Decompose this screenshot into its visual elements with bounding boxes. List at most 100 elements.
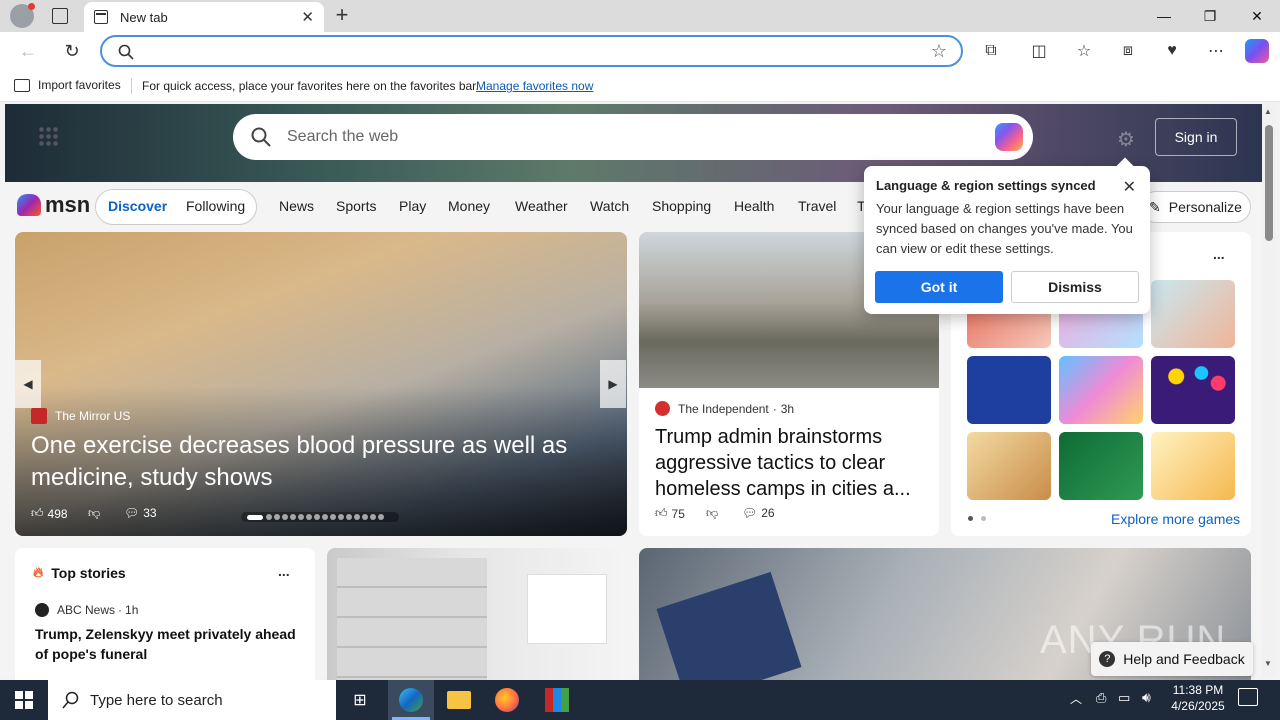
explore-games-link[interactable]: Explore more games xyxy=(1111,511,1240,527)
winrar-icon[interactable] xyxy=(534,680,580,720)
page-scrollbar[interactable]: ▲ ▼ xyxy=(1262,103,1276,677)
top-story-headline[interactable]: Trump, Zelenskyy meet privately ahead of… xyxy=(35,624,303,664)
nav-play[interactable]: Play xyxy=(399,198,426,214)
address-bar[interactable]: ☆ xyxy=(100,35,963,67)
back-button[interactable]: ← xyxy=(10,32,46,70)
nav-watch[interactable]: Watch xyxy=(590,198,629,214)
apps-grid-icon[interactable] xyxy=(38,126,58,146)
mirror-logo-icon xyxy=(31,408,47,424)
extensions-icon[interactable]: ⧉ xyxy=(975,36,1007,66)
got-it-button[interactable]: Got it xyxy=(875,271,1003,303)
game-tile-bubble-shooter[interactable] xyxy=(1151,356,1235,424)
side-dislike-button[interactable]: 👎︎ xyxy=(706,506,718,521)
scroll-down-arrow[interactable]: ▼ xyxy=(1264,659,1272,668)
game-tile-makeup[interactable] xyxy=(1059,356,1143,424)
task-view-icon[interactable]: ⊞ xyxy=(336,680,384,720)
new-tab-button[interactable]: + xyxy=(330,4,354,28)
favorites-icon[interactable]: ☆ xyxy=(1068,36,1100,66)
msn-logo[interactable]: msn xyxy=(17,192,90,218)
split-screen-icon[interactable]: ◫ xyxy=(1023,36,1055,66)
close-tab-icon[interactable]: ✕ xyxy=(301,8,314,26)
nav-health[interactable]: Health xyxy=(734,198,774,214)
start-button[interactable] xyxy=(0,680,48,720)
nav-sports[interactable]: Sports xyxy=(336,198,376,214)
clock[interactable]: 11:38 PM 4/26/2025 xyxy=(1162,683,1234,713)
volume-tray-icon[interactable]: 🔊︎ xyxy=(1142,689,1151,706)
web-search-placeholder: Search the web xyxy=(287,128,399,145)
file-explorer-icon[interactable] xyxy=(436,680,482,720)
carousel-prev-button[interactable]: ◀ xyxy=(15,360,41,408)
pencil-icon: ✎ xyxy=(1149,198,1161,215)
scroll-up-arrow[interactable]: ▲ xyxy=(1264,107,1272,116)
nav-money[interactable]: Money xyxy=(448,198,490,214)
games-more-button[interactable]: ... xyxy=(1213,246,1225,262)
tab-new-tab[interactable]: New tab ✕ xyxy=(84,2,324,32)
carousel-dots[interactable] xyxy=(241,512,399,522)
thumbs-up-icon: 👍︎ xyxy=(655,506,668,520)
copilot-icon[interactable] xyxy=(1245,39,1269,63)
hero-like-button[interactable]: 👍︎ 498 xyxy=(31,506,68,521)
import-favorites-button[interactable]: Import favorites xyxy=(14,78,121,92)
hero-headline[interactable]: One exercise decreases blood pressure as… xyxy=(31,430,611,494)
top-story-age: 1h xyxy=(125,603,139,617)
refresh-button[interactable]: ↻ xyxy=(54,32,90,70)
popup-body: Your language & region settings have bee… xyxy=(876,201,1133,256)
profile-icon[interactable] xyxy=(10,3,35,28)
games-pager-dots[interactable] xyxy=(968,516,986,521)
game-tile-wood[interactable] xyxy=(967,432,1051,500)
nav-news[interactable]: News xyxy=(279,198,314,214)
garage-story-card[interactable] xyxy=(327,548,627,688)
hero-comments-button[interactable]: 💬︎ 33 xyxy=(124,506,157,520)
help-feedback-button[interactable]: ? Help and Feedback xyxy=(1091,642,1253,676)
nav-weather[interactable]: Weather xyxy=(515,198,568,214)
restore-button[interactable]: ❐ xyxy=(1187,0,1233,32)
close-window-button[interactable]: ✕ xyxy=(1234,0,1280,32)
copilot-icon[interactable] xyxy=(995,123,1023,151)
personalize-button[interactable]: ✎ Personalize xyxy=(1140,191,1251,223)
side-comments-button[interactable]: 💬︎ 26 xyxy=(742,506,775,520)
taskbar-search-box[interactable]: Type here to search xyxy=(48,680,336,720)
network-tray-icon[interactable]: ⎙ xyxy=(1096,690,1106,706)
game-tile-blocks[interactable] xyxy=(967,356,1051,424)
favorite-star-icon[interactable]: ☆ xyxy=(931,41,947,62)
settings-gear-icon[interactable]: ⚙ xyxy=(1117,127,1135,152)
side-source-separator: · xyxy=(772,401,777,416)
import-icon xyxy=(14,78,30,92)
web-search-box[interactable]: Search the web xyxy=(233,114,1033,160)
performance-icon[interactable]: ♥ xyxy=(1156,36,1188,66)
tab-actions-icon[interactable] xyxy=(52,8,68,24)
top-story-separator: · xyxy=(118,603,123,617)
more-icon[interactable]: ⋯ xyxy=(1200,36,1232,66)
sign-in-button[interactable]: Sign in xyxy=(1155,118,1237,156)
tab-following[interactable]: Following xyxy=(186,198,245,214)
carousel-next-button[interactable]: ▶ xyxy=(600,360,626,408)
top-story-source[interactable]: ABC News · 1h xyxy=(35,603,138,617)
popup-close-icon[interactable]: ✕ xyxy=(1123,177,1136,197)
side-story-headline[interactable]: Trump admin brainstorms aggressive tacti… xyxy=(655,424,927,502)
carousel-active-dot xyxy=(247,514,263,520)
top-stories-more[interactable]: ... xyxy=(278,563,290,579)
show-hidden-icons[interactable]: ︿ xyxy=(1070,690,1082,707)
collections-icon[interactable]: ⧈ xyxy=(1112,36,1144,66)
game-tile-mahjong[interactable] xyxy=(1059,432,1143,500)
flame-icon: 🔥︎ xyxy=(33,564,44,580)
notifications-icon[interactable] xyxy=(1238,688,1258,706)
firefox-icon[interactable] xyxy=(484,680,530,720)
nav-travel[interactable]: Travel xyxy=(798,198,836,214)
side-story-source[interactable]: The Independent · 3h xyxy=(655,401,794,416)
nav-shopping[interactable]: Shopping xyxy=(652,198,711,214)
side-like-button[interactable]: 👍︎ 75 xyxy=(655,506,685,521)
popup-title: Language & region settings synced xyxy=(876,178,1096,193)
game-tile[interactable] xyxy=(1151,280,1235,348)
scrollbar-thumb[interactable] xyxy=(1265,125,1273,241)
hero-dislike-button[interactable]: 👎︎ xyxy=(88,506,100,521)
hero-source[interactable]: The Mirror US xyxy=(31,408,130,424)
edge-taskbar-icon[interactable] xyxy=(388,680,434,720)
minimize-button[interactable]: — xyxy=(1141,0,1187,32)
game-tile-cat[interactable] xyxy=(1151,432,1235,500)
import-label: Import favorites xyxy=(38,78,121,92)
tab-discover[interactable]: Discover xyxy=(108,198,167,214)
dismiss-button[interactable]: Dismiss xyxy=(1011,271,1139,303)
wifi-tray-icon[interactable]: ▭ xyxy=(1118,690,1130,706)
manage-favorites-link[interactable]: Manage favorites now xyxy=(476,79,593,93)
